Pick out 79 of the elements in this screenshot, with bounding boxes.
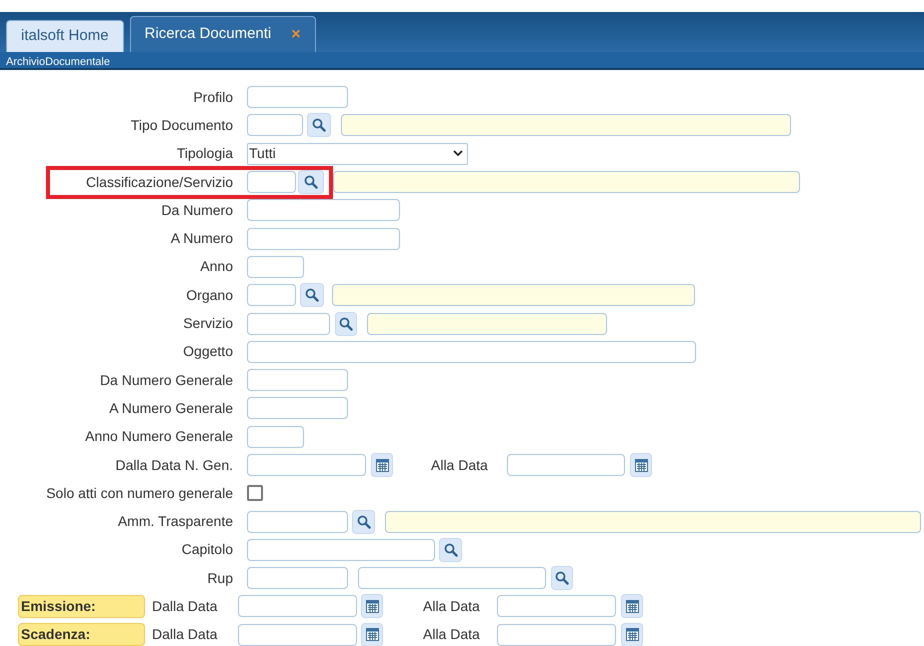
field-label: Anno Numero Generale bbox=[84, 427, 233, 446]
input-field[interactable] bbox=[247, 454, 366, 476]
input-field[interactable] bbox=[247, 426, 304, 448]
calendar-button[interactable] bbox=[371, 453, 393, 477]
input-field[interactable] bbox=[247, 538, 435, 561]
input-field[interactable] bbox=[247, 340, 696, 363]
input-field[interactable] bbox=[497, 624, 616, 646]
calendar-icon bbox=[634, 458, 648, 472]
search-button[interactable] bbox=[300, 283, 324, 308]
calendar-icon bbox=[376, 458, 388, 472]
search-icon bbox=[555, 571, 569, 586]
date-label: Dalla Data bbox=[152, 596, 218, 616]
tab[interactable]: italsoft Home bbox=[6, 20, 124, 52]
input-field[interactable] bbox=[247, 86, 348, 108]
field-label: Amm. Trasparente bbox=[116, 512, 233, 532]
calendar-icon bbox=[626, 628, 638, 642]
calendar-icon bbox=[626, 600, 638, 613]
date-label: Dalla Data bbox=[152, 625, 218, 644]
input-field[interactable] bbox=[247, 199, 400, 222]
calendar-button[interactable] bbox=[621, 622, 643, 646]
date-label: Alla Data bbox=[423, 596, 481, 616]
input-field[interactable] bbox=[247, 228, 400, 250]
input-field[interactable] bbox=[507, 454, 625, 476]
dropdown[interactable]: Tutti bbox=[247, 142, 468, 165]
search-icon bbox=[444, 542, 458, 557]
field-label: Dalla Data N. Gen. bbox=[114, 456, 233, 474]
input-field[interactable] bbox=[497, 595, 616, 618]
calendar-icon bbox=[366, 600, 378, 613]
field-label: Classificazione/Servizio bbox=[84, 172, 233, 192]
checkbox[interactable] bbox=[247, 485, 263, 502]
input-field[interactable] bbox=[247, 510, 348, 533]
calendar-icon bbox=[366, 628, 378, 642]
calendar-button[interactable] bbox=[630, 453, 652, 477]
date-label: Alla Data bbox=[431, 456, 489, 474]
field-label: Organo bbox=[185, 286, 233, 305]
field-label: Tipo Documento bbox=[130, 116, 233, 135]
calendar-button[interactable] bbox=[361, 622, 383, 646]
input-field[interactable] bbox=[247, 312, 330, 335]
field-label: A Numero Generale bbox=[108, 398, 233, 418]
field-label: Solo atti con numero generale bbox=[45, 484, 233, 503]
section-label: Scadenza: bbox=[18, 623, 145, 646]
field-label: Profilo bbox=[192, 88, 233, 107]
tab[interactable]: Ricerca Documenti × bbox=[130, 16, 316, 52]
field-label: Da Numero bbox=[160, 200, 233, 220]
field-label: Tipologia bbox=[176, 144, 233, 164]
input-field[interactable] bbox=[247, 114, 303, 136]
breadcrumb: ArchivioDocumentale bbox=[0, 52, 924, 70]
input-field[interactable] bbox=[247, 369, 348, 392]
search-icon bbox=[312, 118, 326, 132]
search-icon bbox=[305, 288, 319, 302]
input-field[interactable] bbox=[238, 624, 357, 646]
section-label: Emissione: bbox=[18, 594, 145, 618]
search-icon bbox=[356, 514, 370, 529]
calendar-button[interactable] bbox=[361, 594, 383, 618]
input-field[interactable] bbox=[247, 397, 348, 420]
calendar-button[interactable] bbox=[621, 594, 643, 618]
field-label: A Numero bbox=[170, 229, 233, 248]
date-label: Alla Data bbox=[423, 625, 481, 644]
search-button[interactable] bbox=[335, 312, 357, 336]
input-field[interactable] bbox=[247, 284, 296, 306]
field-label: Oggetto bbox=[182, 342, 233, 362]
input-field[interactable] bbox=[358, 567, 546, 590]
field-label: Rup bbox=[206, 568, 233, 588]
search-button[interactable] bbox=[298, 170, 324, 194]
input-field[interactable] bbox=[247, 171, 296, 194]
search-button[interactable] bbox=[551, 566, 573, 590]
search-icon bbox=[339, 316, 353, 331]
search-button[interactable] bbox=[439, 538, 462, 562]
search-button[interactable] bbox=[307, 113, 331, 138]
input-field[interactable] bbox=[247, 567, 348, 590]
chevron-icon bbox=[453, 150, 463, 158]
field-label: Servizio bbox=[182, 314, 233, 334]
field-label: Capitolo bbox=[180, 540, 233, 560]
search-icon bbox=[304, 175, 318, 190]
search-button[interactable] bbox=[352, 510, 375, 534]
input-field[interactable] bbox=[238, 595, 357, 618]
input-field[interactable] bbox=[247, 256, 304, 278]
field-label: Da Numero Generale bbox=[98, 370, 233, 390]
field-label: Anno bbox=[199, 257, 233, 276]
